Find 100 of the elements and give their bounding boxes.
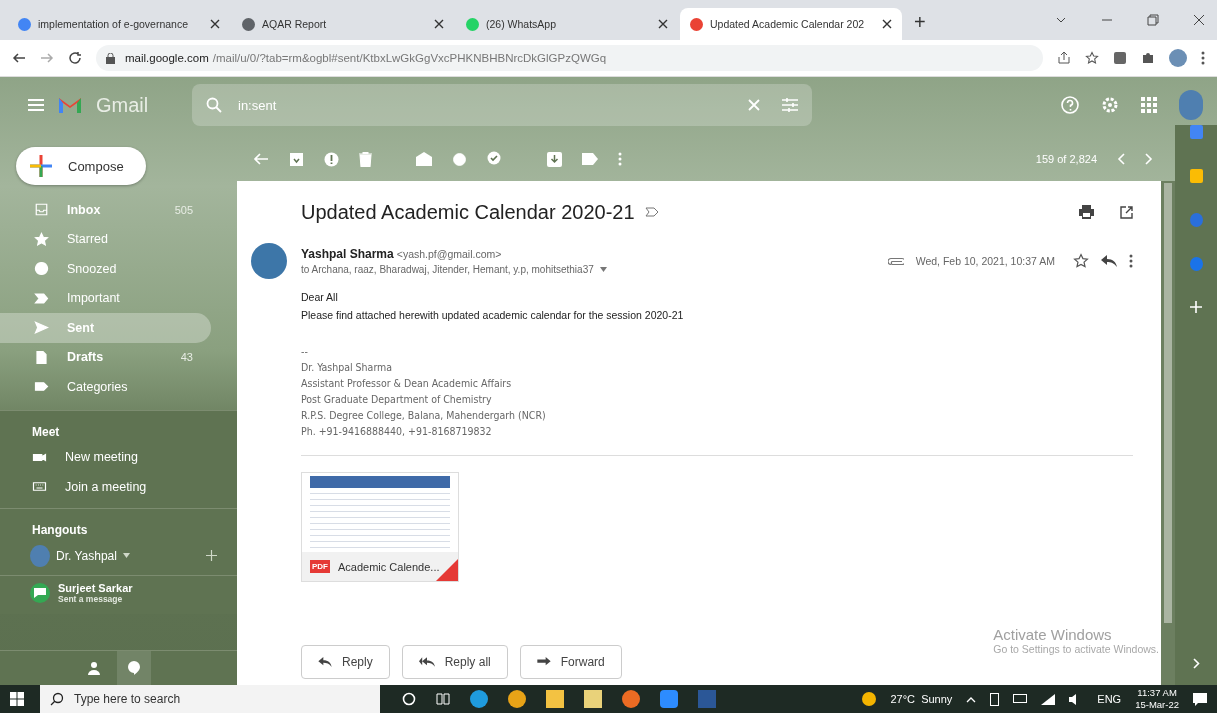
user-avatar [30, 544, 50, 567]
section-heading: Hangouts [31, 521, 89, 539]
report-icon[interactable] [324, 151, 339, 167]
close-icon[interactable] [210, 19, 220, 29]
star-icon[interactable] [1073, 253, 1089, 269]
caret-icon[interactable] [599, 267, 607, 272]
clock-date[interactable]: 15-Mar-22 [1135, 699, 1179, 711]
display-icon[interactable] [1013, 693, 1028, 705]
sender-name: Yashpal Sharma [301, 247, 394, 261]
edge-icon[interactable] [470, 690, 488, 708]
battery-icon[interactable] [990, 692, 1000, 706]
clock-time[interactable]: 11:37 AM [1137, 687, 1177, 699]
plus-icon [30, 155, 52, 177]
share-icon[interactable] [1057, 51, 1071, 65]
search-icon [50, 692, 64, 706]
folder-label: Inbox [67, 202, 102, 217]
important-icon [34, 290, 49, 306]
weather-icon[interactable] [862, 692, 877, 706]
user-name[interactable]: Dr. Yashpal [56, 548, 117, 563]
notification-icon[interactable] [1193, 692, 1207, 706]
attachment-card[interactable]: PDF Academic Calende... [301, 472, 459, 582]
person-icon[interactable] [86, 661, 101, 675]
site-icon [466, 17, 479, 31]
close-icon[interactable] [434, 19, 444, 29]
unread-count: 505 [174, 203, 193, 216]
send-icon [34, 320, 49, 336]
address-field[interactable]: mail.google.com /mail/u/0/?tab=rm&ogbl#sent/KtbxLwGkGgVxcPHKNBHBNrcDkGlGPzQWGq [96, 45, 1043, 71]
folder-label: Starred [67, 232, 109, 247]
zoom-icon[interactable] [660, 690, 678, 708]
task-view-icon[interactable] [436, 692, 450, 706]
help-icon[interactable] [1061, 96, 1079, 114]
more-icon[interactable] [1129, 254, 1133, 268]
contact-item[interactable]: Surjeet Sarkar Sent a message [0, 575, 237, 608]
chrome-icon[interactable] [508, 690, 526, 708]
close-icon[interactable] [658, 19, 668, 29]
compose-button[interactable]: Compose [16, 147, 146, 185]
plus-icon[interactable] [206, 550, 217, 561]
meet-item[interactable]: New meeting [0, 442, 211, 472]
more-icon[interactable] [1201, 51, 1205, 65]
contact-status: Sent a message [58, 593, 124, 604]
reply-action-button[interactable]: Forward [519, 645, 622, 679]
task-icon[interactable] [487, 151, 503, 167]
sender-email: <yash.pf@gmail.com> [396, 248, 502, 260]
sender-avatar [251, 243, 287, 279]
browser-tab[interactable]: Updated Academic Calendar 202 [680, 8, 902, 40]
restore-icon[interactable] [1147, 14, 1159, 26]
email-body-line: Dear All [301, 291, 339, 303]
menu-icon[interactable] [28, 99, 44, 111]
signature-line: Ph. +91-9416888440, +91-8168719832 [301, 425, 493, 437]
cortana-icon[interactable] [402, 692, 416, 706]
file-icon [34, 349, 49, 365]
browser-tab[interactable]: (26) WhatsApp [456, 8, 678, 40]
firefox-icon[interactable] [622, 690, 640, 708]
folder-label: Sent [67, 320, 96, 335]
email-body-line: Please find attached herewith updated academic calendar for the session 2020-21 [301, 309, 685, 321]
close-icon[interactable] [1193, 14, 1205, 26]
section-heading: Meet [31, 423, 61, 441]
network-icon[interactable] [1041, 693, 1056, 705]
page-counter: 159 of 2,824 [1035, 153, 1097, 165]
meet-item[interactable]: Join a meeting [0, 472, 211, 502]
star-icon[interactable] [1085, 51, 1099, 65]
browser-tab[interactable]: AQAR Report [232, 8, 454, 40]
signature-line: -- [301, 345, 309, 357]
taskbar-search-field[interactable]: Type here to search [40, 685, 380, 713]
windows-start-icon[interactable] [10, 692, 24, 706]
chevron-up-icon[interactable] [966, 695, 977, 703]
print-icon[interactable] [1079, 205, 1094, 219]
settings-icon[interactable] [1101, 96, 1119, 114]
open-in-new-window-icon[interactable] [1120, 205, 1133, 219]
move-to-icon[interactable] [547, 151, 562, 167]
keep-note-icon[interactable] [1189, 169, 1203, 183]
reply-icon[interactable] [1101, 255, 1117, 267]
extension-icon[interactable] [1113, 51, 1127, 65]
close-icon[interactable] [882, 19, 892, 29]
site-icon [18, 17, 31, 31]
new-tab-button[interactable]: + [904, 11, 936, 40]
site-icon [242, 17, 255, 31]
contact-name: Surjeet Sarkar [58, 581, 133, 594]
archive-icon[interactable] [289, 151, 304, 167]
profile-avatar[interactable] [1169, 49, 1187, 67]
reload-icon[interactable] [68, 51, 82, 65]
unread-count: 43 [180, 351, 193, 364]
scrollbar-thumb[interactable] [1164, 183, 1172, 623]
browser-tab[interactable]: implementation of e-governance [8, 8, 230, 40]
pdf-badge: PDF [310, 560, 330, 573]
folder-label: Drafts [67, 350, 105, 365]
reply-action-button[interactable]: Reply [301, 645, 390, 679]
importance-marker-icon[interactable] [644, 207, 659, 217]
language-indicator[interactable]: ENG [1097, 693, 1122, 705]
reply-action-button[interactable]: Reply all [401, 645, 508, 679]
chevron-right-icon[interactable] [1192, 658, 1200, 669]
contact-avatar [30, 582, 50, 603]
apps-grid-icon[interactable] [1141, 97, 1157, 113]
caret-icon[interactable] [122, 553, 130, 558]
signature-line: Assistant Professor & Dean Academic Affairs [301, 377, 513, 389]
site-icon [690, 17, 703, 31]
weather-text[interactable]: 27°C Sunny [890, 693, 953, 705]
chat-bubble-icon[interactable] [116, 651, 151, 685]
back-arrow-icon[interactable] [12, 51, 26, 65]
signature-line: Dr. Yashpal Sharma [301, 361, 394, 373]
